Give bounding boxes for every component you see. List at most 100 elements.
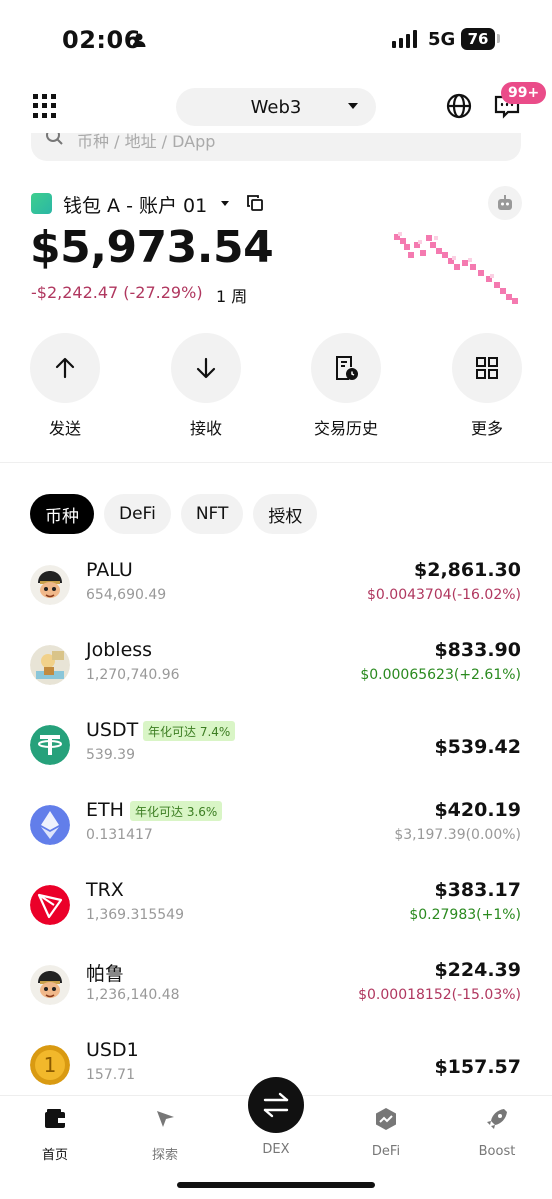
history-icon (336, 356, 358, 380)
swap-icon (263, 1092, 289, 1118)
nav-dex-label: DEX (262, 1142, 290, 1157)
send-action[interactable]: 发送 (30, 333, 100, 439)
token-row-jobless[interactable]: Jobless 1,270,740.96 $833.90 $0.00065623… (0, 639, 552, 723)
svg-text:1: 1 (44, 1053, 57, 1077)
token-row-palu[interactable]: PALU 654,690.49 $2,861.30 $0.0043704(-16… (0, 559, 552, 643)
token-amount: 539.39 (86, 747, 135, 763)
more-label: 更多 (470, 419, 503, 438)
token-amount: 1,270,740.96 (86, 667, 180, 683)
token-value: $2,861.30 (414, 559, 521, 581)
token-amount: 1,236,140.48 (86, 987, 180, 1003)
nav-home-label: 首页 (41, 1148, 68, 1163)
token-row-eth[interactable]: ETH 年化可达 3.6% 0.131417 $420.19 $3,197.39… (0, 799, 552, 883)
tab-approvals[interactable]: 授权 (253, 494, 318, 534)
tab-defi[interactable]: DeFi (104, 494, 171, 534)
status-bar: 02:06 5G 76 (0, 0, 552, 80)
search-placeholder: 币种 / 地址 / DApp (77, 133, 216, 151)
dex-button[interactable] (248, 1077, 304, 1133)
token-row-palu-cn[interactable]: 帕鲁 1,236,140.48 $224.39 $0.00018152(-15.… (0, 959, 552, 1043)
token-value: $420.19 (434, 799, 521, 821)
more-button[interactable] (452, 333, 522, 403)
token-amount: 0.131417 (86, 827, 153, 843)
token-price-change: $0.00018152(-15.03%) (358, 987, 521, 1003)
history-button[interactable] (311, 333, 381, 403)
network-selector[interactable]: Web3 (176, 88, 376, 126)
rocket-icon (487, 1109, 507, 1129)
battery-icon: 76 (461, 28, 495, 50)
token-name: ETH (86, 799, 124, 821)
robot-icon (498, 195, 512, 210)
tab-tokens[interactable]: 币种 (30, 494, 94, 534)
history-action[interactable]: 交易历史 (311, 333, 381, 439)
copy-icon[interactable] (247, 195, 263, 211)
token-value: $224.39 (434, 959, 521, 981)
token-amount: 1,369.315549 (86, 907, 184, 923)
search-input[interactable]: 币种 / 地址 / DApp (31, 133, 521, 161)
token-name: PALU (86, 559, 133, 581)
palu-logo-icon (30, 965, 70, 1005)
network-selector-label: Web3 (250, 96, 302, 118)
tab-nft[interactable]: NFT (180, 494, 244, 534)
home-indicator (177, 1182, 375, 1188)
receive-label: 接收 (189, 419, 222, 438)
apy-badge[interactable]: 年化可达 7.4% (143, 721, 236, 741)
token-price-change: $3,197.39(0.00%) (394, 827, 521, 843)
asset-tabs: 币种 DeFi NFT 授权 (30, 494, 318, 534)
total-balance: $5,973.54 (30, 222, 274, 273)
nav-dex[interactable]: DEX (236, 1142, 316, 1157)
tether-logo-icon (30, 725, 70, 765)
token-value: $383.17 (434, 879, 521, 901)
change-period[interactable]: 1 周 (216, 283, 247, 307)
section-divider (0, 462, 552, 463)
wallet-icon (45, 1109, 65, 1128)
usd1-logo-icon: 1 (30, 1045, 70, 1085)
token-name: USD1 (86, 1039, 139, 1061)
nav-defi[interactable]: DeFi (346, 1106, 426, 1159)
token-value: $539.42 (434, 736, 521, 758)
token-row-trx[interactable]: TRX 1,369.315549 $383.17 $0.27983(+1%) (0, 879, 552, 963)
token-amount: 157.71 (86, 1067, 135, 1083)
apy-badge[interactable]: 年化可达 3.6% (130, 801, 223, 821)
notification-badge: 99+ (501, 82, 547, 104)
robot-button[interactable] (488, 186, 522, 220)
jobless-logo-icon (30, 645, 70, 685)
token-name: TRX (86, 879, 124, 901)
nav-explore[interactable]: 探索 (125, 1106, 205, 1163)
nav-boost[interactable]: Boost (457, 1106, 537, 1159)
status-time: 02:06 (62, 26, 141, 54)
nav-explore-label: 探索 (151, 1148, 178, 1163)
tron-logo-icon (30, 885, 70, 925)
token-value: $833.90 (434, 639, 521, 661)
token-amount: 654,690.49 (86, 587, 167, 603)
token-value: $157.57 (434, 1056, 521, 1078)
token-name: 帕鲁 (86, 963, 125, 985)
network-type: 5G (428, 29, 456, 50)
token-price-change: $0.27983(+1%) (409, 907, 521, 923)
token-price-change: $0.00065623(+2.61%) (360, 667, 521, 683)
token-name: Jobless (86, 639, 153, 661)
globe-icon[interactable] (446, 93, 472, 119)
wallet-name[interactable]: 钱包 A - 账户 01 (63, 191, 207, 218)
history-label: 交易历史 (313, 419, 378, 438)
ethereum-logo-icon (30, 805, 70, 845)
caret-down-icon[interactable] (221, 201, 229, 206)
palu-logo-icon (30, 565, 70, 605)
receive-action[interactable]: 接收 (171, 333, 241, 439)
token-name: USDT (86, 719, 139, 741)
apps-grid-icon[interactable] (33, 94, 57, 118)
battery-tip (497, 34, 500, 43)
send-button[interactable] (30, 333, 100, 403)
wallet-avatar (31, 193, 52, 214)
caret-down-icon (348, 103, 358, 109)
compass-icon (157, 1111, 174, 1127)
arrow-down-icon (196, 357, 216, 379)
nav-defi-label: DeFi (371, 1144, 401, 1159)
search-icon (46, 133, 63, 145)
token-row-usdt[interactable]: USDT 年化可达 7.4% 539.39 $539.42 (0, 719, 552, 803)
more-action[interactable]: 更多 (452, 333, 522, 439)
balance-sparkline[interactable] (390, 230, 525, 305)
nav-home[interactable]: 首页 (15, 1106, 95, 1163)
receive-button[interactable] (171, 333, 241, 403)
defi-icon (376, 1108, 396, 1130)
arrow-up-icon (55, 357, 75, 379)
